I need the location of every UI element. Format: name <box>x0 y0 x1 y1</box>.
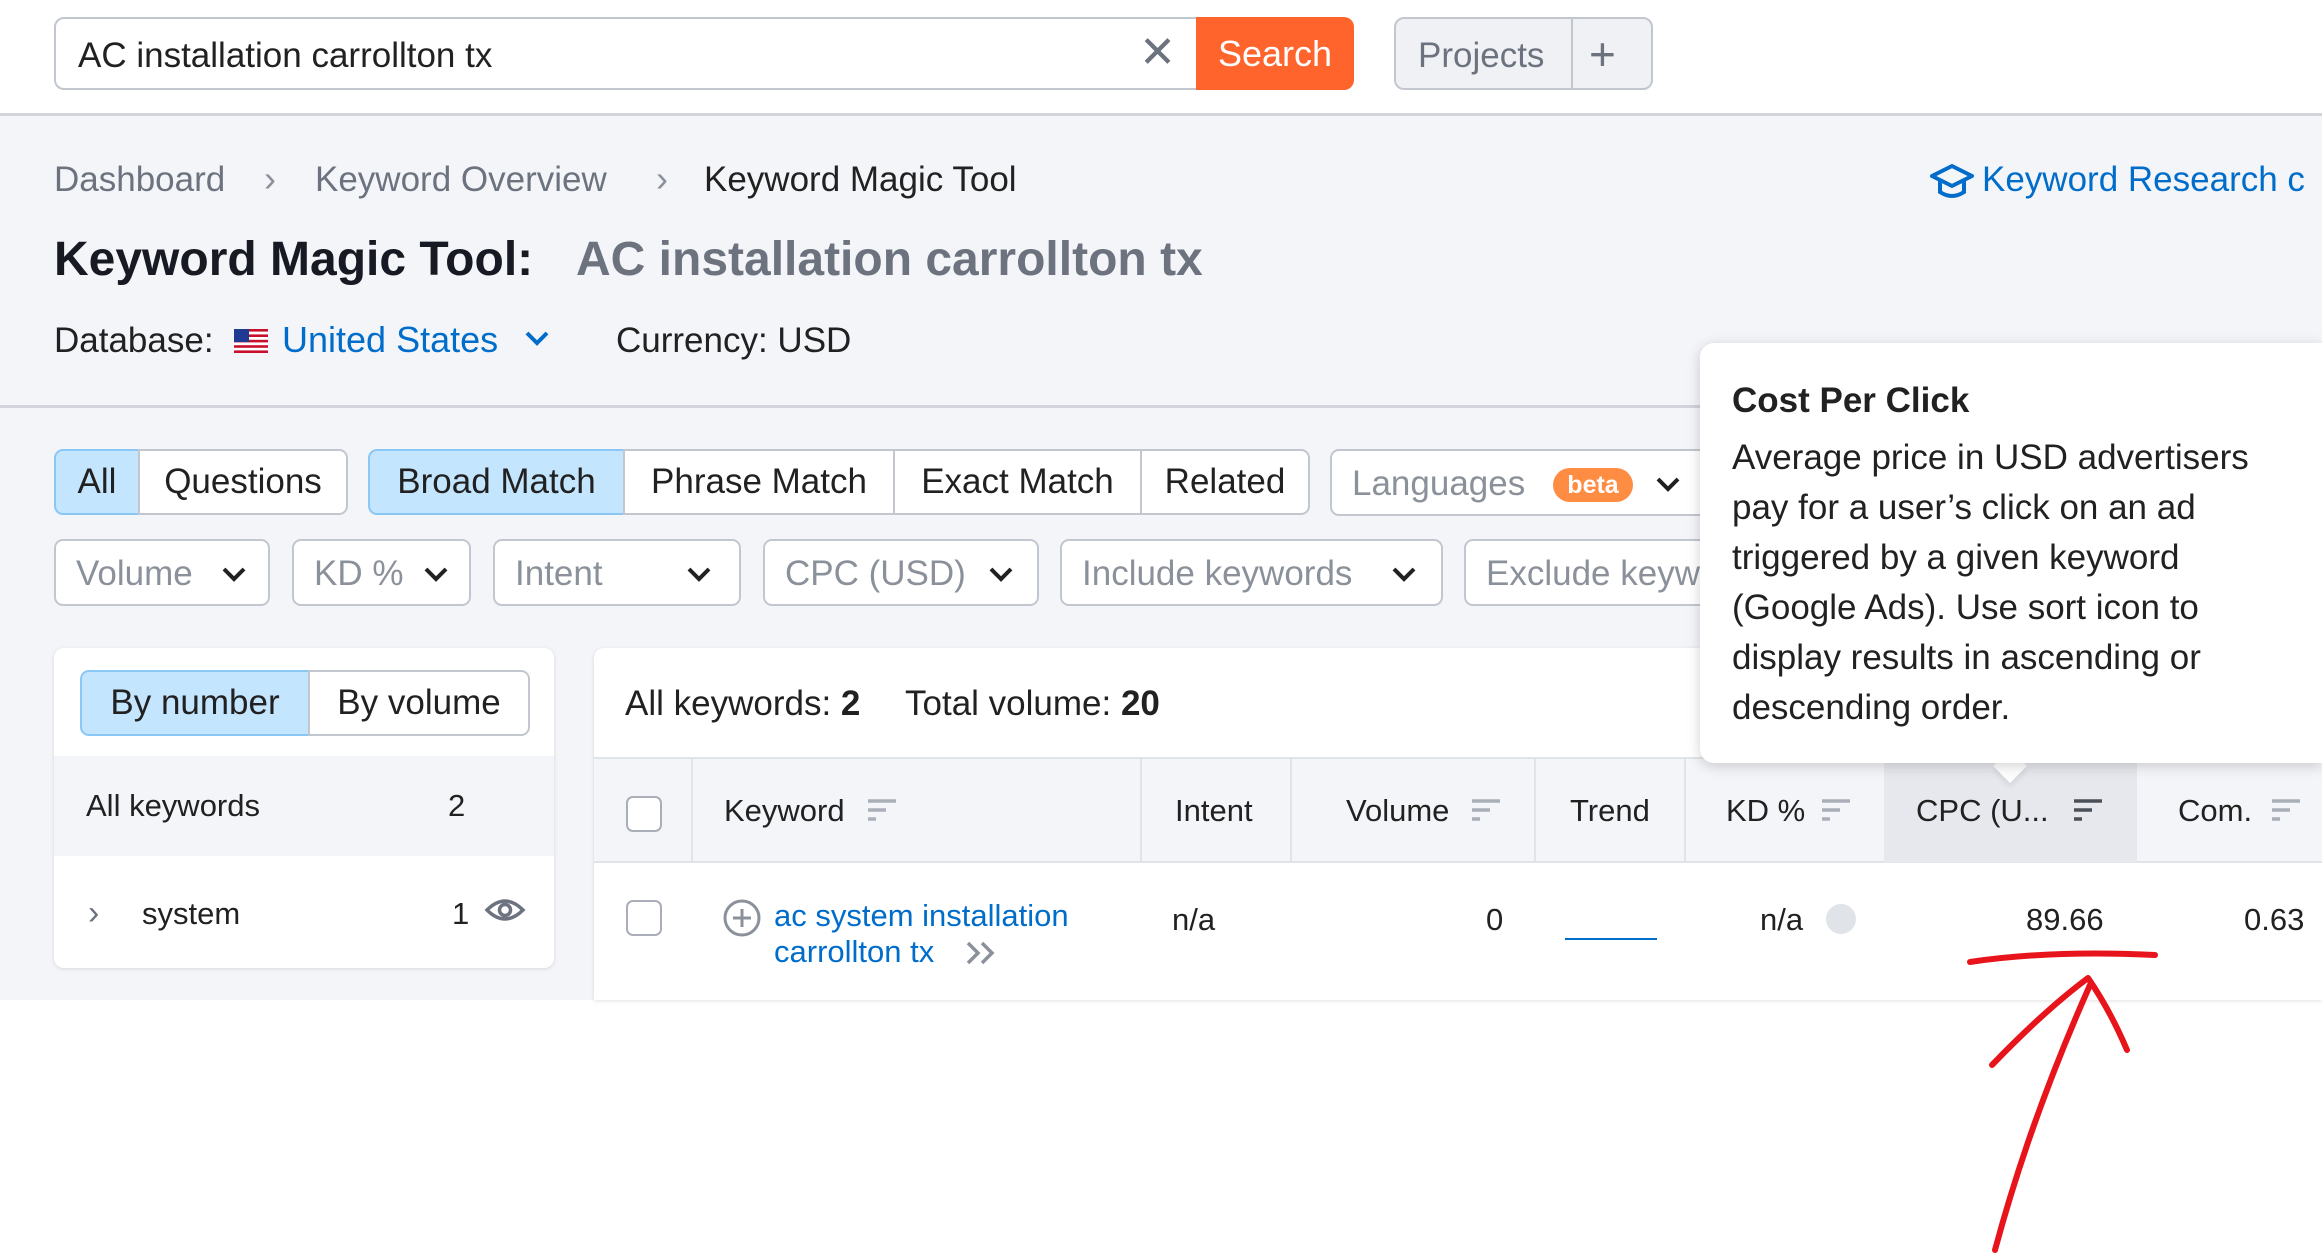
graduation-cap-icon <box>1930 164 1974 198</box>
group-by-number[interactable]: By number <box>80 670 310 736</box>
sort-icon[interactable] <box>1820 797 1852 823</box>
kd-indicator-dot <box>1826 904 1856 934</box>
breadcrumb-keyword-overview[interactable]: Keyword Overview <box>315 160 607 200</box>
cpc-filter[interactable]: CPC (USD) <box>763 539 1039 606</box>
chevron-down-icon <box>222 567 246 582</box>
summary-total-volume: Total volume: 20 <box>905 684 1160 723</box>
projects-label: Projects <box>1418 36 1545 75</box>
chevron-down-icon <box>424 567 448 582</box>
projects-divider <box>1571 19 1573 88</box>
header-com[interactable]: Com. <box>2178 793 2252 829</box>
column-divider <box>1140 757 1142 863</box>
cell-com: 0.63 <box>2244 902 2305 937</box>
cell-volume: 0 <box>1486 902 1504 937</box>
add-to-list-icon[interactable] <box>722 898 762 938</box>
search-input[interactable]: AC installation carrollton tx ✕ <box>54 17 1198 90</box>
intent-filter-label: Intent <box>515 554 603 593</box>
summary-all-keywords: All keywords: 2 <box>625 684 861 723</box>
select-all-checkbox[interactable] <box>626 796 662 832</box>
group-system-count: 1 <box>452 896 470 931</box>
tooltip-title: Cost Per Click <box>1732 381 1970 420</box>
search-query-text: AC installation carrollton tx <box>78 36 493 75</box>
search-button[interactable]: Search <box>1196 17 1354 90</box>
keyword-groups-panel: By number By volume All keywords 2 › sys… <box>54 648 554 968</box>
kd-filter-label: KD % <box>314 554 404 593</box>
chevron-down-icon[interactable] <box>522 326 552 350</box>
row-checkbox[interactable] <box>626 900 662 936</box>
group-system-label[interactable]: system <box>142 896 240 932</box>
cell-intent: n/a <box>1172 902 1216 937</box>
header-cpc[interactable]: CPC (U... <box>1916 793 2049 829</box>
include-keywords-label: Include keywords <box>1082 554 1353 593</box>
filter-all[interactable]: All <box>54 449 140 515</box>
trend-sparkline <box>1565 938 1657 940</box>
top-search-bar: AC installation carrollton tx ✕ Search P… <box>0 0 2322 116</box>
sort-icon[interactable] <box>2072 797 2104 823</box>
add-project-icon[interactable]: + <box>1589 27 1616 81</box>
filter-broad-match[interactable]: Broad Match <box>368 449 625 515</box>
chevron-right-icon[interactable]: › <box>88 894 99 933</box>
column-divider <box>1684 757 1686 863</box>
double-chevron-right-icon[interactable] <box>964 940 998 966</box>
header-intent: Intent <box>1175 793 1253 828</box>
column-divider <box>1290 757 1292 863</box>
exclude-keywords-label: Exclude keyw <box>1486 554 1700 593</box>
all-keywords-row[interactable]: All keywords 2 <box>54 756 554 856</box>
breadcrumb-dashboard[interactable]: Dashboard <box>54 160 225 200</box>
chevron-down-icon <box>989 567 1013 582</box>
projects-button[interactable]: Projects + <box>1394 17 1653 90</box>
include-keywords-filter[interactable]: Include keywords <box>1060 539 1443 606</box>
chevron-right-icon: › <box>656 158 668 199</box>
keyword-line-2: carrollton tx <box>774 934 935 969</box>
kd-filter[interactable]: KD % <box>292 539 471 606</box>
header-kd[interactable]: KD % <box>1726 793 1805 829</box>
column-divider <box>1534 757 1536 863</box>
header-trend: Trend <box>1570 793 1650 828</box>
tooltip-body: Average price in USD advertisers pay for… <box>1732 438 2249 727</box>
database-label: Database: <box>54 321 214 360</box>
volume-filter-label: Volume <box>76 554 193 593</box>
filter-exact-match[interactable]: Exact Match <box>893 449 1142 515</box>
filter-questions[interactable]: Questions <box>138 449 348 515</box>
languages-label: Languages <box>1352 464 1526 503</box>
breadcrumb-current: Keyword Magic Tool <box>704 160 1017 199</box>
column-divider <box>691 757 693 863</box>
keyword-link[interactable]: ac system installation carrollton tx <box>774 898 1069 970</box>
sort-icon[interactable] <box>1470 797 1502 823</box>
close-icon[interactable]: ✕ <box>1139 31 1176 75</box>
cpc-filter-label: CPC (USD) <box>785 554 966 593</box>
keyword-line-1: ac system installation <box>774 898 1069 933</box>
group-by-volume[interactable]: By volume <box>308 670 530 736</box>
cpc-tooltip: Cost Per Click Average price in USD adve… <box>1700 343 2322 763</box>
cell-kd: n/a <box>1760 902 1804 937</box>
all-keywords-count: 2 <box>448 788 466 823</box>
cell-cpc: 89.66 <box>2026 902 2104 937</box>
database-selector[interactable]: United States <box>282 319 498 361</box>
chevron-right-icon: › <box>264 158 276 199</box>
chevron-down-icon <box>1656 477 1680 492</box>
keyword-research-link[interactable]: Keyword Research c <box>1982 160 2305 200</box>
sort-icon[interactable] <box>866 797 898 823</box>
currency-label: Currency: USD <box>616 321 852 360</box>
page-title-query: AC installation carrollton tx <box>576 233 1203 286</box>
us-flag-icon <box>234 329 268 353</box>
chevron-down-icon <box>687 567 711 582</box>
languages-dropdown[interactable]: Languages <box>1330 449 1730 516</box>
volume-filter[interactable]: Volume <box>54 539 270 606</box>
eye-icon[interactable] <box>484 894 526 926</box>
page-title: Keyword Magic Tool: <box>54 233 534 286</box>
header-volume[interactable]: Volume <box>1346 793 1449 829</box>
filter-related[interactable]: Related <box>1140 449 1310 515</box>
header-keyword[interactable]: Keyword <box>724 793 845 829</box>
chevron-down-icon <box>1392 567 1416 582</box>
intent-filter[interactable]: Intent <box>493 539 741 606</box>
filter-phrase-match[interactable]: Phrase Match <box>623 449 895 515</box>
sort-icon[interactable] <box>2270 797 2302 823</box>
beta-badge: beta <box>1553 468 1633 502</box>
all-keywords-label: All keywords <box>86 788 260 823</box>
